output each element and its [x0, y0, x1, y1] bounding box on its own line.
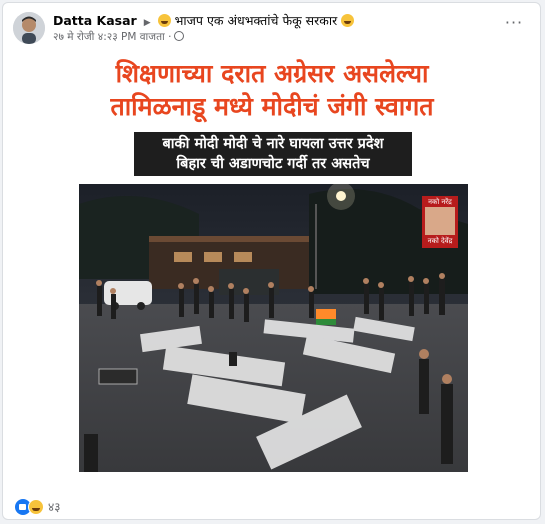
street-photo: नको नरेंद्र नको देवेंद्र [79, 184, 468, 472]
reaction-count[interactable]: ४३ [48, 500, 60, 514]
post-meta: २७ मे रोजी ४:२३ PM वाजता · [53, 30, 185, 44]
author-name[interactable]: Datta Kasar [53, 13, 137, 28]
laughing-emoji-icon [157, 14, 171, 27]
image-headline: शिक्षणाच्या दरात अग्रेसर असलेल्या तामिळन… [77, 57, 467, 123]
group-name[interactable]: भाजप एक अंधभक्तांचे फेकू सरकार [175, 13, 338, 28]
corner-badge: नको नरेंद्र नको देवेंद्र [422, 196, 458, 248]
post-card: Datta Kasar ▶ भाजप एक अंधभक्तांचे फेकू स… [2, 2, 541, 520]
headline-line-2: तामिळनाडू मध्ये मोदीचं जंगी स्वागत [110, 92, 434, 121]
badge-bottom-text: नको देवेंद्र [427, 237, 453, 245]
reactions-bar[interactable]: ४३ [15, 498, 60, 518]
street-scene [79, 184, 468, 472]
more-options-button[interactable]: ··· [502, 13, 526, 33]
post-image[interactable]: शिक्षणाच्या दरात अग्रेसर असलेल्या तामिळन… [3, 51, 540, 478]
author-avatar[interactable] [13, 12, 45, 44]
author-line: Datta Kasar ▶ भाजप एक अंधभक्तांचे फेकू स… [53, 12, 355, 29]
laughing-emoji-icon [341, 14, 355, 27]
badge-top-text: नको नरेंद्र [428, 198, 452, 206]
badge-portrait [425, 207, 455, 235]
globe-icon [174, 31, 185, 41]
image-subbanner: बाकी मोदी मोदी चे नारे घायला उत्तर प्रदे… [134, 132, 412, 176]
caret-right-icon: ▶ [143, 18, 151, 28]
haha-icon [28, 498, 44, 515]
post-timestamp[interactable]: २७ मे रोजी ४:२३ PM वाजता · [53, 31, 171, 43]
subbanner-line-1: बाकी मोदी मोदी चे नारे घायला उत्तर प्रदे… [162, 136, 384, 152]
headline-line-1: शिक्षणाच्या दरात अग्रेसर असलेल्या [115, 59, 429, 88]
subbanner-line-2: बिहार ची अडाणचोट गर्दी तर असतेच [176, 156, 370, 172]
